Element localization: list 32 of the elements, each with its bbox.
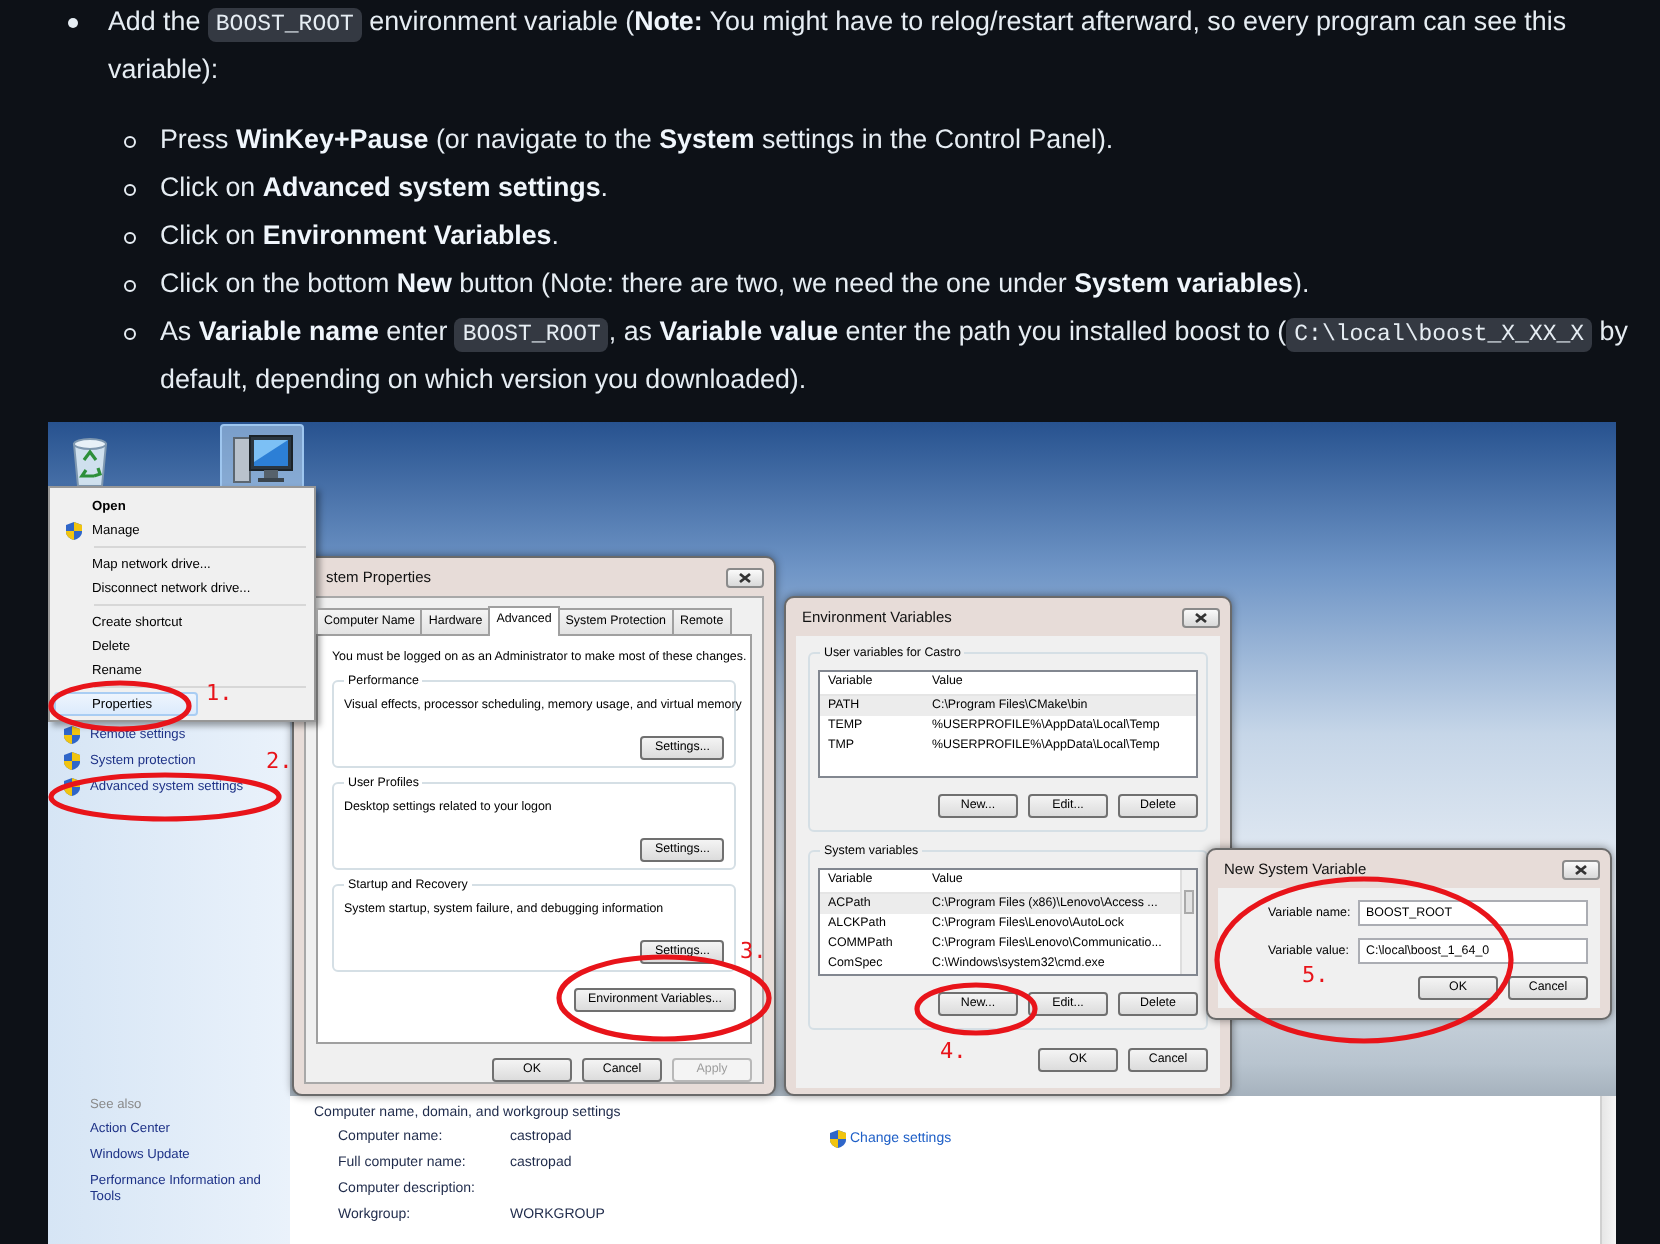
step-number: 1.	[206, 682, 233, 706]
close-icon	[738, 571, 752, 583]
close-icon	[1574, 863, 1588, 875]
close-button[interactable]	[1182, 607, 1220, 627]
close-button[interactable]	[726, 567, 764, 587]
step-number: 3.	[740, 940, 767, 964]
step-number: 5.	[1302, 964, 1329, 988]
bullet-icon	[124, 184, 136, 196]
paragraph-text: Press WinKey+Pause (or navigate to the System settings in the Control Panel).	[160, 122, 1116, 158]
scrollbar[interactable]	[1600, 1096, 1616, 1244]
bullet-icon	[68, 18, 78, 28]
shield-icon	[64, 726, 80, 744]
annotation-ellipse	[914, 982, 1038, 1036]
paragraph-text: Click on the bottom New button (Note: there are two, we need the one under System variables).	[160, 266, 1312, 302]
bullet-icon	[124, 328, 136, 340]
close-icon	[1194, 611, 1208, 623]
scrollbar[interactable]	[1180, 870, 1196, 974]
step-number: 4.	[940, 1040, 967, 1064]
shield-icon	[830, 1130, 846, 1148]
paragraph-text: Click on Environment Variables.	[160, 218, 561, 254]
shield-icon	[64, 778, 80, 796]
bullet-icon	[124, 232, 136, 244]
bullet-icon	[124, 136, 136, 148]
shield-icon	[64, 752, 80, 770]
step-number: 2.	[266, 750, 293, 774]
paragraph-text: Click on Advanced system settings.	[160, 170, 611, 206]
close-button[interactable]	[1562, 859, 1600, 879]
paragraph-text: Add the BOOST_ROOT environment variable (Note: You might have to relog/restart afterward, so every program can see this variable):	[108, 4, 1569, 88]
shield-icon	[66, 521, 82, 539]
paragraph-text: As Variable name enter BOOST_ROOT , as Variable value enter the path you installed boost to ( C:\local\boost_X_XX_X by default, depending on which version you downloaded).	[160, 314, 1630, 398]
bullet-icon	[124, 280, 136, 292]
annotation-ellipse	[48, 680, 192, 732]
